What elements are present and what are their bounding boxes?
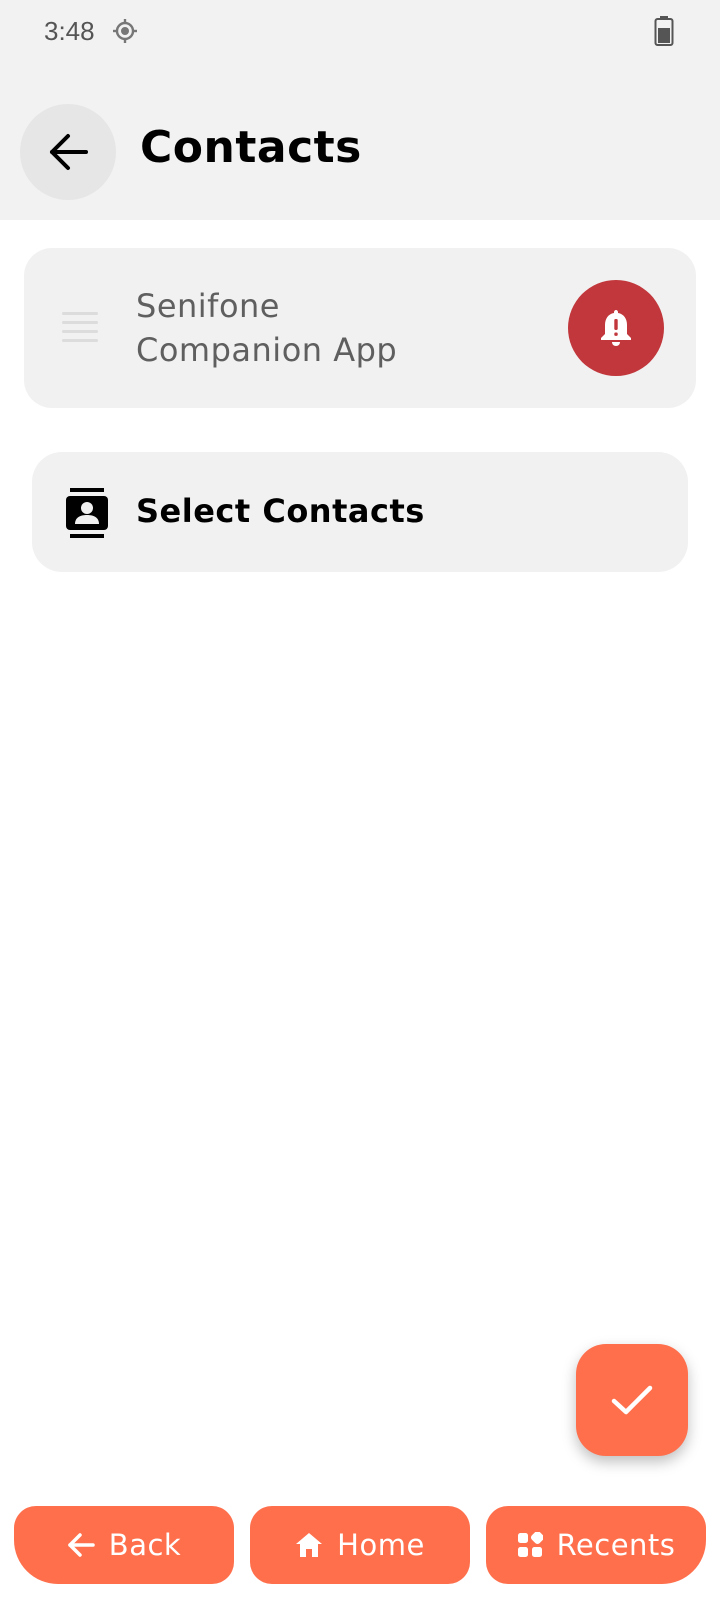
page-title: Contacts (140, 122, 362, 173)
app-bar: Contacts (0, 64, 720, 220)
app-name: Senifone Companion App (136, 284, 496, 372)
alert-button[interactable] (568, 280, 664, 376)
select-contacts-label: Select Contacts (136, 492, 425, 530)
app-name-line2: Companion App (136, 331, 398, 369)
back-arrow-button[interactable] (20, 104, 116, 200)
bell-alert-icon (601, 310, 631, 346)
recents-button[interactable]: Recents (486, 1506, 706, 1584)
companion-app-card[interactable]: Senifone Companion App (24, 248, 696, 408)
confirm-fab[interactable] (576, 1344, 688, 1456)
status-time: 3:48 (44, 16, 95, 46)
recents-button-label: Recents (556, 1528, 676, 1562)
select-contacts-button[interactable]: Select Contacts (32, 452, 688, 572)
location-target-icon (113, 19, 137, 43)
back-button[interactable]: Back (14, 1506, 234, 1584)
battery-icon (654, 16, 674, 46)
check-icon (611, 1385, 653, 1415)
arrow-left-icon (50, 134, 88, 170)
arrow-left-icon (68, 1533, 95, 1557)
apps-grid-icon (517, 1532, 543, 1557)
home-button-label: Home (337, 1528, 425, 1562)
status-bar: 3:48 (0, 0, 720, 64)
drag-handle-icon[interactable] (62, 312, 98, 342)
back-button-label: Back (108, 1528, 182, 1562)
home-icon (296, 1533, 323, 1557)
app-name-line1: Senifone (136, 287, 280, 325)
home-button[interactable]: Home (250, 1506, 470, 1584)
contacts-icon (66, 488, 108, 538)
